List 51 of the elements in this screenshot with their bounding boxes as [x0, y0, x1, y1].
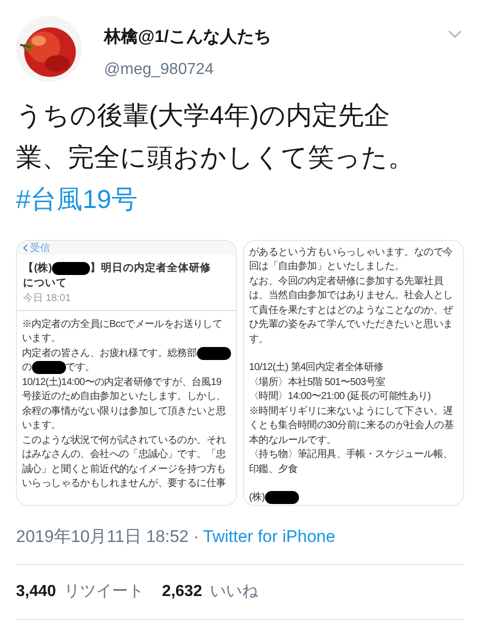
mail-text: ひ先輩の姿をみて学んでいただきたいと思いま — [249, 318, 453, 332]
mail-time: 今日 18:01 — [23, 292, 72, 306]
mail-text: 〈持ち物〉筆記用具、手帳・スケジュール帳、 — [249, 448, 453, 462]
redaction-mark — [264, 491, 299, 504]
source-link[interactable]: Twitter for iPhone — [203, 524, 336, 550]
back-chevron-icon — [23, 244, 28, 252]
mail-text: 〈場所〉本社5階 501〜503号室 — [249, 376, 386, 390]
mail-text: 印鑑、夕食 — [249, 462, 298, 477]
mail-text: なお、今回の内定者研修に参加する先輩社員 — [249, 274, 444, 289]
mail-text: 回は「自由参加」といたしました。 — [249, 260, 404, 274]
author-handle[interactable]: @meg_980724 — [104, 58, 448, 82]
mail-text: があるという方もいらっしゃいます。なので今 — [249, 246, 453, 260]
mail-text: (株) — [249, 490, 265, 505]
mail-text: 号接近のため自由参加といたします。しかし、 — [22, 390, 226, 404]
mail-text: 10/12(土) 第4回内定者全体研修 — [249, 360, 384, 376]
mail-text: の — [22, 361, 32, 376]
mail-text: このような状況で何が試されているのか。それ — [22, 434, 226, 448]
mail-text: います。 — [22, 332, 61, 346]
mail-text: 本的なルールです。 — [249, 434, 336, 448]
mail-text: 余程の事情がない限りは参加して頂きたいと思 — [22, 404, 226, 419]
mail-text: 誠心」と聞くと前近代的なイメージを持つ方も — [22, 462, 226, 477]
mail-screenshot[interactable] — [243, 240, 464, 506]
mail-subject: 】明日の内定者全体研修 — [90, 261, 211, 276]
mail-text: いらっしゃるかもしれませんが、要するに仕事 — [22, 476, 226, 492]
mail-subject: 【(株) — [23, 261, 52, 276]
redaction-mark — [52, 262, 90, 275]
tweet-date: 2019年10月11日 18:52 · — [16, 526, 200, 548]
author-name[interactable]: 林檎@1/こんな人たち — [104, 24, 448, 50]
mail-text: です。 — [66, 361, 95, 376]
mail-text: 10/12(土)14:00〜の内定者研修ですが、台風19 — [22, 376, 222, 390]
redaction-mark — [196, 346, 231, 360]
back-label[interactable]: 受信 — [30, 241, 50, 256]
mail-text: 〈時間〉14:00〜21:00 (延長の可能性あり) — [249, 390, 431, 404]
stat-count: 2,632 — [162, 582, 202, 602]
mail-text: す。 — [249, 332, 268, 347]
mail-text: て責任を果たすとはどのようなことなのか、ぜ — [249, 304, 453, 318]
hashtag-link[interactable]: #台風19号 — [16, 178, 464, 220]
tweet-text: うちの後輩(大学4年)の内定先企業、完全に頭おかしくて笑った。 — [16, 99, 415, 174]
mail-text: はみなさんの、会社への「忠誠心」です。「忠 — [22, 448, 226, 462]
mail-text: ※内定者の方全員にBccでメールをお送りして — [22, 318, 222, 332]
mail-subject: について — [23, 276, 67, 291]
mail-text: くとも集合時間の30分前に来るのが社会人の基 — [249, 418, 454, 434]
mail-text: ※時間ギリギリに来ないようにして下さい。遅 — [249, 404, 453, 419]
redaction-mark — [32, 361, 66, 374]
stat-label[interactable]: いいね — [210, 580, 258, 604]
mail-text: います。 — [22, 419, 61, 434]
mail-text: は、当然自由参加ではありません。社会人とし — [249, 288, 453, 304]
stat-count: 3,440 — [16, 582, 56, 602]
mail-screenshot[interactable] — [16, 240, 237, 506]
mail-text: 内定者の皆さん、お疲れ様です。総務部 — [22, 346, 197, 361]
stat-label[interactable]: リツイート — [64, 580, 144, 604]
